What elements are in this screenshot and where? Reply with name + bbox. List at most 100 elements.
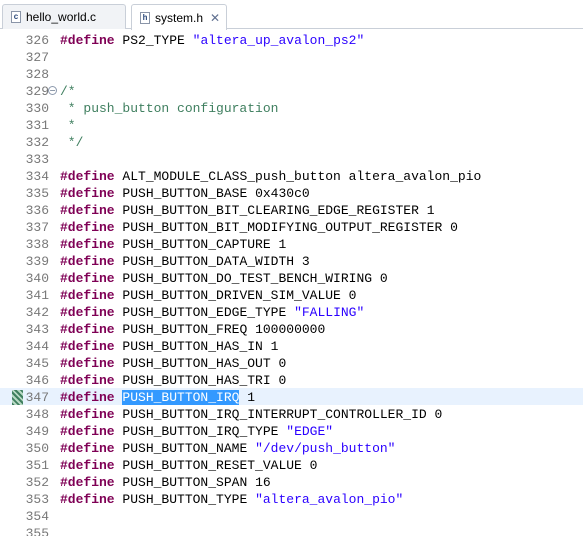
code-text: #define PUSH_BUTTON_NAME "/dev/push_butt…	[60, 440, 396, 457]
code-text: #define PUSH_BUTTON_DO_TEST_BENCH_WIRING…	[60, 270, 388, 287]
code-line[interactable]: 348 #define PUSH_BUTTON_IRQ_INTERRUPT_CON…	[0, 406, 583, 423]
code-line[interactable]: 343 #define PUSH_BUTTON_FREQ 100000000	[0, 321, 583, 338]
line-number: 352	[25, 475, 49, 490]
code-line[interactable]: 331 *	[0, 117, 583, 134]
code-line[interactable]: 340 #define PUSH_BUTTON_DO_TEST_BENCH_WIR…	[0, 270, 583, 287]
code-line[interactable]: 347 #define PUSH_BUTTON_IRQ 1	[0, 389, 583, 406]
string-value: "EDGE"	[286, 424, 334, 439]
code-editor[interactable]: 326 #define PS2_TYPE "altera_up_avalon_ps…	[0, 30, 583, 536]
macro-name: PUSH_BUTTON_BIT_CLEARING_EDGE_REGISTER	[122, 203, 419, 218]
macro-value: 0x430c0	[255, 186, 310, 201]
line-number: 342	[25, 305, 49, 320]
line-number: 340	[25, 271, 49, 286]
code-line[interactable]: 339 #define PUSH_BUTTON_DATA_WIDTH 3	[0, 253, 583, 270]
line-number: 328	[25, 67, 49, 82]
code-line[interactable]: 334 #define ALT_MODULE_CLASS_push_button …	[0, 168, 583, 185]
macro-name: PUSH_BUTTON_RESET_VALUE	[122, 458, 302, 473]
tab-hello-world-c[interactable]: c hello_world.c	[2, 4, 126, 29]
line-number: 351	[25, 458, 49, 473]
code-text: #define PUSH_BUTTON_DRIVEN_SIM_VALUE 0	[60, 287, 356, 304]
code-text: #define PS2_TYPE "altera_up_avalon_ps2"	[60, 32, 364, 49]
code-line[interactable]: 341 #define PUSH_BUTTON_DRIVEN_SIM_VALUE …	[0, 287, 583, 304]
code-line[interactable]: 328	[0, 66, 583, 83]
define-keyword: #define	[60, 475, 115, 490]
code-line[interactable]: 332 */	[0, 134, 583, 151]
code-line[interactable]: 338 #define PUSH_BUTTON_CAPTURE 1	[0, 236, 583, 253]
define-keyword: #define	[60, 203, 115, 218]
macro-value: 0	[434, 407, 443, 422]
code-line[interactable]: 344 #define PUSH_BUTTON_HAS_IN 1	[0, 338, 583, 355]
code-text: /*	[60, 83, 76, 100]
code-line[interactable]: 345 #define PUSH_BUTTON_HAS_OUT 0	[0, 355, 583, 372]
selected-macro-name: PUSH_BUTTON_IRQ	[122, 390, 240, 405]
comment-text: *	[60, 118, 76, 133]
macro-name: PUSH_BUTTON_TYPE	[122, 492, 248, 507]
macro-name: PUSH_BUTTON_DRIVEN_SIM_VALUE	[122, 288, 341, 303]
macro-value: 16	[255, 475, 271, 490]
define-keyword: #define	[60, 271, 115, 286]
macro-name: PUSH_BUTTON_HAS_IN	[122, 339, 263, 354]
fold-collapse-icon[interactable]: −	[48, 86, 57, 95]
code-line[interactable]: 335 #define PUSH_BUTTON_BASE 0x430c0	[0, 185, 583, 202]
macro-name: ALT_MODULE_CLASS_push_button	[122, 169, 341, 184]
macro-name: PUSH_BUTTON_IRQ_TYPE	[122, 424, 279, 439]
code-line[interactable]: 337 #define PUSH_BUTTON_BIT_MODIFYING_OUT…	[0, 219, 583, 236]
code-line[interactable]: 350 #define PUSH_BUTTON_NAME "/dev/push_b…	[0, 440, 583, 457]
code-text: #define PUSH_BUTTON_TYPE "altera_avalon_…	[60, 491, 403, 508]
macro-value: 1	[247, 390, 256, 405]
tab-label: hello_world.c	[26, 10, 97, 24]
line-number: 335	[25, 186, 49, 201]
code-line[interactable]: 330 * push_button configuration	[0, 100, 583, 117]
define-keyword: #define	[60, 390, 115, 405]
macro-name: PUSH_BUTTON_BASE	[122, 186, 248, 201]
close-tab-icon[interactable]: ✕	[210, 12, 220, 24]
line-number: 334	[25, 169, 49, 184]
code-text: #define PUSH_BUTTON_IRQ_TYPE "EDGE"	[60, 423, 333, 440]
line-number: 339	[25, 254, 49, 269]
code-line[interactable]: 327	[0, 49, 583, 66]
code-text: #define PUSH_BUTTON_RESET_VALUE 0	[60, 457, 317, 474]
code-text: #define PUSH_BUTTON_CAPTURE 1	[60, 236, 286, 253]
define-keyword: #define	[60, 492, 115, 507]
macro-name: PUSH_BUTTON_CAPTURE	[122, 237, 271, 252]
line-number: 336	[25, 203, 49, 218]
line-number: 337	[25, 220, 49, 235]
code-line[interactable]: 352 #define PUSH_BUTTON_SPAN 16	[0, 474, 583, 491]
line-number: 345	[25, 356, 49, 371]
code-line[interactable]: 342 #define PUSH_BUTTON_EDGE_TYPE "FALLIN…	[0, 304, 583, 321]
macro-value: 1	[426, 203, 435, 218]
code-line[interactable]: 354	[0, 508, 583, 525]
line-number: 349	[25, 424, 49, 439]
code-text: */	[60, 134, 84, 151]
macro-name: PUSH_BUTTON_BIT_MODIFYING_OUTPUT_REGISTE…	[122, 220, 443, 235]
code-text: #define PUSH_BUTTON_SPAN 16	[60, 474, 271, 491]
code-line[interactable]: 326 #define PS2_TYPE "altera_up_avalon_ps…	[0, 32, 583, 49]
comment-text: */	[60, 135, 84, 150]
editor-tab-bar: c hello_world.c h system.h ✕	[0, 0, 583, 30]
code-line[interactable]: 333	[0, 151, 583, 168]
string-value: "/dev/push_button"	[255, 441, 396, 456]
line-number: 330	[25, 101, 49, 116]
define-keyword: #define	[60, 407, 115, 422]
line-number: 326	[25, 33, 49, 48]
code-line[interactable]: 336 #define PUSH_BUTTON_BIT_CLEARING_EDGE…	[0, 202, 583, 219]
code-line[interactable]: 351 #define PUSH_BUTTON_RESET_VALUE 0	[0, 457, 583, 474]
macro-value: 1	[278, 237, 287, 252]
line-number: 355	[25, 526, 49, 536]
code-text: #define PUSH_BUTTON_BASE 0x430c0	[60, 185, 310, 202]
macro-name: PUSH_BUTTON_HAS_TRI	[122, 373, 271, 388]
line-number: 344	[25, 339, 49, 354]
macro-value: 100000000	[255, 322, 326, 337]
define-keyword: #define	[60, 458, 115, 473]
code-text: #define PUSH_BUTTON_IRQ_INTERRUPT_CONTRO…	[60, 406, 442, 423]
code-line[interactable]: 353 #define PUSH_BUTTON_TYPE "altera_aval…	[0, 491, 583, 508]
code-line[interactable]: 355	[0, 525, 583, 536]
define-keyword: #define	[60, 288, 115, 303]
code-line[interactable]: 346 #define PUSH_BUTTON_HAS_TRI 0	[0, 372, 583, 389]
code-text: #define PUSH_BUTTON_DATA_WIDTH 3	[60, 253, 310, 270]
code-line[interactable]: 349 #define PUSH_BUTTON_IRQ_TYPE "EDGE"	[0, 423, 583, 440]
code-line[interactable]: 329−/*	[0, 83, 583, 100]
tab-system-h[interactable]: h system.h ✕	[131, 4, 227, 30]
macro-value: 0	[278, 356, 287, 371]
line-number: 332	[25, 135, 49, 150]
